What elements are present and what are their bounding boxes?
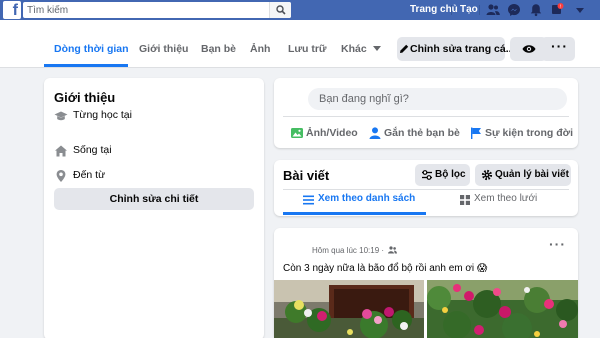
search-input[interactable] [27, 2, 267, 18]
tab-archive[interactable]: Lưu trữ [288, 42, 327, 56]
edit-profile-button[interactable]: Chỉnh sửa trang cá... [397, 37, 514, 61]
notifications-icon[interactable] [529, 3, 543, 17]
flag-icon [471, 127, 481, 139]
intro-title: Giới thiệu [54, 90, 116, 105]
tab-timeline[interactable]: Dòng thời gian [54, 42, 129, 56]
action-label: Ảnh/Video [306, 127, 358, 139]
search-button[interactable] [269, 2, 291, 18]
friends-audience-icon[interactable] [388, 246, 398, 254]
chevron-down-icon [372, 46, 381, 51]
edit-profile-label: Chỉnh sửa trang cá... [410, 43, 515, 55]
menu-caret-icon[interactable] [573, 3, 587, 17]
list-icon [303, 195, 314, 205]
search-icon [276, 5, 286, 15]
tab-photos[interactable]: Ảnh [250, 42, 270, 56]
filter-button[interactable]: Bộ lọc [415, 164, 470, 186]
top-navigation-bar: f Trang chủ Tạo ! [0, 0, 600, 20]
location-pin-icon [56, 170, 66, 182]
status-input[interactable] [308, 88, 567, 110]
flowers-on-table-photo[interactable] [274, 280, 424, 338]
post-meta: Hôm qua lúc 10:19 · [312, 246, 398, 255]
messenger-icon[interactable] [507, 3, 521, 17]
photo-icon [291, 128, 303, 138]
svg-text:!: ! [560, 4, 561, 9]
tab-more-label: Khác [341, 43, 367, 55]
grid-icon [460, 195, 470, 205]
divider [283, 189, 569, 190]
tag-friends-icon [369, 127, 381, 139]
pencil-icon [400, 44, 409, 53]
active-view-indicator [283, 212, 426, 215]
manage-posts-label: Quản lý bài viết [495, 169, 569, 180]
divider [479, 5, 480, 15]
divider [451, 5, 452, 15]
filter-label: Bộ lọc [435, 169, 466, 180]
divider [283, 116, 569, 117]
intro-item-label: Từng học tại [73, 109, 132, 121]
action-label: Sự kiện trong đời [485, 127, 573, 139]
filter-icon [422, 170, 432, 180]
more-options-button[interactable]: ··· [541, 37, 575, 61]
action-label: Gắn thẻ bạn bè [384, 127, 460, 139]
facebook-logo[interactable]: f [3, 1, 21, 19]
tab-more[interactable]: Khác [341, 42, 381, 56]
intro-card: Giới thiệu Từng học tại Sống tại Đến từ … [44, 78, 264, 338]
friends-icon[interactable] [486, 3, 500, 17]
intro-item-label: Đến từ [73, 169, 106, 181]
post-card: Hôm qua lúc 10:19 · ··· Còn 3 ngày nữa l… [274, 228, 578, 338]
post-options-icon[interactable]: ··· [549, 236, 566, 252]
more-dots-icon: ··· [551, 38, 568, 54]
tab-friends[interactable]: Bạn bè [201, 42, 236, 56]
composer-card: Ảnh/Video Gắn thẻ bạn bè Sự kiện trong đ… [274, 78, 578, 148]
search-box [23, 2, 291, 18]
intro-item-label: Sống tại [73, 144, 112, 156]
grid-view-label: Xem theo lưới [474, 193, 538, 204]
posts-title: Bài viết [283, 168, 330, 183]
post-text: Còn 3 ngày nữa là bão đổ bộ rồi anh em ơ… [283, 263, 488, 274]
post-timestamp[interactable]: Hôm qua lúc 10:19 · [312, 246, 384, 255]
list-view-label: Xem theo danh sách [318, 193, 416, 204]
profile-navigation: Dòng thời gian Giới thiệu Bạn bè Ảnh Lưu… [0, 20, 600, 68]
home-icon [55, 145, 67, 157]
posts-header-card: Bài viết Bộ lọc Quản lý bài viết Xem the… [274, 160, 578, 216]
eye-icon [522, 45, 536, 53]
tab-about[interactable]: Giới thiệu [139, 42, 188, 56]
gear-icon [481, 169, 493, 181]
photo-garden-flowers [427, 280, 578, 338]
graduation-cap-icon [54, 111, 68, 121]
photo-flowers-on-table [274, 280, 424, 338]
garden-flowers-photo[interactable] [427, 280, 578, 338]
edit-details-button[interactable]: Chỉnh sửa chi tiết [54, 188, 254, 210]
manage-posts-button[interactable]: Quản lý bài viết [475, 164, 571, 186]
help-icon[interactable]: ! [550, 3, 564, 17]
active-tab-indicator [44, 64, 128, 67]
create-link[interactable]: Tạo [460, 4, 478, 16]
